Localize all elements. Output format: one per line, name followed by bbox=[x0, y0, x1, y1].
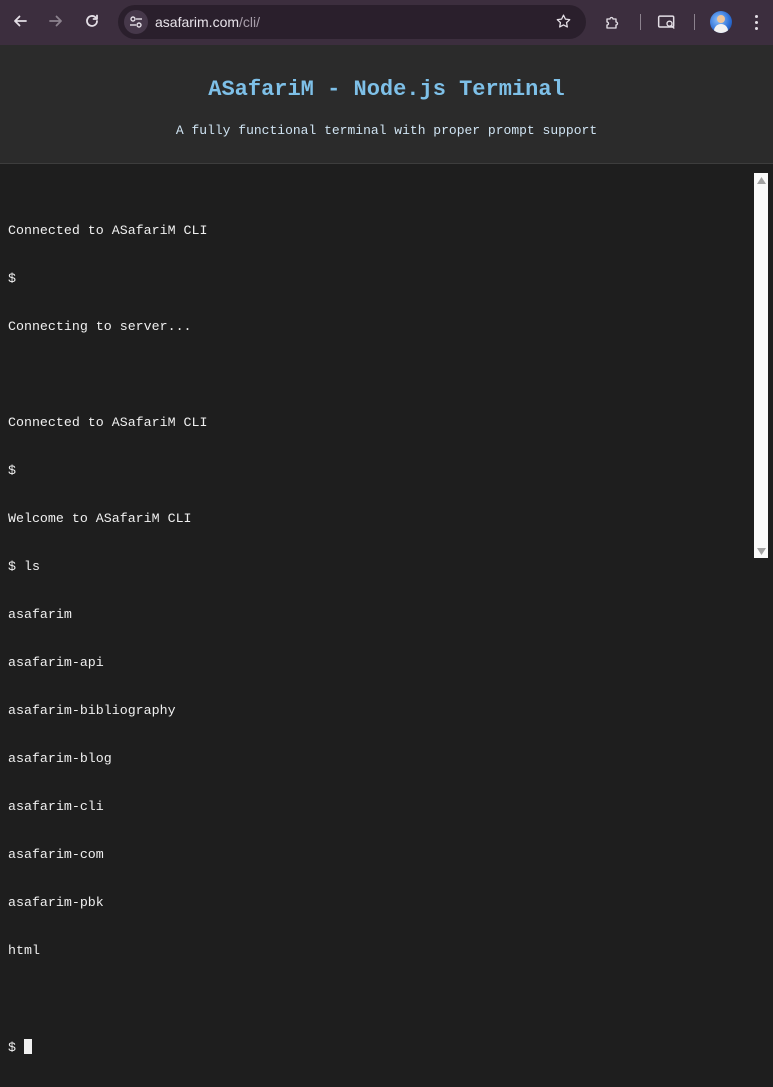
extensions-button[interactable] bbox=[600, 9, 626, 35]
bookmark-button[interactable] bbox=[555, 13, 572, 35]
page-subtitle: A fully functional terminal with proper … bbox=[175, 123, 598, 138]
avatar-head bbox=[717, 15, 725, 23]
star-icon bbox=[556, 14, 571, 28]
scroll-down-button[interactable] bbox=[754, 544, 768, 558]
terminal-line: Welcome to ASafariM CLI bbox=[8, 511, 192, 526]
terminal-line: $ bbox=[8, 463, 16, 478]
cast-search-icon bbox=[657, 15, 675, 29]
terminal-line: asafarim-blog bbox=[8, 751, 112, 766]
triangle-up-icon bbox=[756, 176, 766, 184]
scroll-up-button[interactable] bbox=[754, 173, 768, 187]
forward-button[interactable] bbox=[42, 7, 70, 35]
cast-button[interactable] bbox=[654, 9, 680, 35]
terminal-line: asafarim bbox=[8, 607, 72, 622]
terminal-line: $ bbox=[8, 271, 16, 286]
url-path: /cli/ bbox=[239, 14, 261, 30]
terminal-output: Connected to ASafariM CLI $ Connecting t… bbox=[8, 191, 208, 1087]
page-title: ASafariM - Node.js Terminal bbox=[208, 77, 565, 102]
terminal-line: asafarim-com bbox=[8, 847, 104, 862]
kebab-menu-icon bbox=[754, 14, 758, 18]
avatar-body bbox=[714, 24, 728, 33]
terminal-line: Connecting to server... bbox=[8, 319, 192, 334]
terminal-cursor bbox=[23, 1039, 32, 1054]
terminal-line: asafarim-pbk bbox=[8, 895, 104, 910]
back-button[interactable] bbox=[6, 7, 34, 35]
terminal[interactable]: Connected to ASafariM CLI $ Connecting t… bbox=[0, 164, 754, 1055]
toolbar-divider bbox=[640, 14, 641, 30]
toolbar-divider bbox=[694, 14, 695, 30]
reload-icon bbox=[86, 14, 98, 27]
terminal-prompt: $ bbox=[8, 1040, 24, 1055]
terminal-line: asafarim-api bbox=[8, 655, 104, 670]
forward-arrow-icon bbox=[49, 15, 62, 27]
url-host: asafarim.com bbox=[155, 14, 240, 30]
terminal-line: $ ls bbox=[8, 559, 40, 574]
triangle-down-icon bbox=[756, 547, 766, 555]
profile-avatar[interactable] bbox=[710, 11, 732, 33]
browser-toolbar: asafarim.com/cli/ bbox=[0, 0, 773, 45]
page-header: ASafariM - Node.js Terminal A fully func… bbox=[0, 45, 773, 164]
terminal-line: asafarim-cli bbox=[8, 799, 104, 814]
terminal-line: Connected to ASafariM CLI bbox=[8, 223, 208, 238]
kebab-menu-icon bbox=[754, 20, 758, 24]
terminal-line: html bbox=[8, 943, 40, 958]
tune-icon bbox=[130, 16, 142, 28]
puzzle-icon bbox=[606, 16, 619, 29]
back-arrow-icon bbox=[14, 15, 27, 27]
kebab-menu-icon bbox=[754, 26, 758, 30]
reload-button[interactable] bbox=[78, 7, 106, 35]
terminal-scrollbar[interactable] bbox=[754, 173, 768, 558]
site-info-button[interactable] bbox=[124, 10, 148, 34]
terminal-input-line[interactable]: $ bbox=[8, 1039, 208, 1055]
address-bar[interactable]: asafarim.com/cli/ bbox=[118, 5, 586, 39]
url-text[interactable]: asafarim.com/cli/ bbox=[155, 14, 260, 30]
browser-menu-button[interactable] bbox=[748, 11, 764, 33]
terminal-line: asafarim-bibliography bbox=[8, 703, 176, 718]
terminal-line: Connected to ASafariM CLI bbox=[8, 415, 208, 430]
